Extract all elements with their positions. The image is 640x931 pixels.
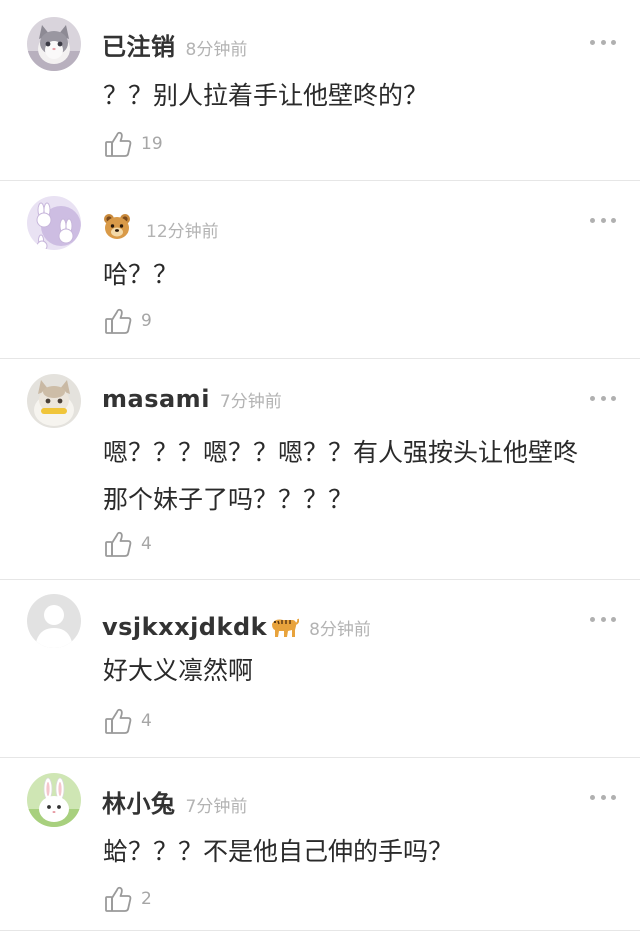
bear-face-emoji xyxy=(104,214,130,239)
more-options-icon[interactable] xyxy=(590,615,616,623)
username[interactable]: masami xyxy=(102,385,210,413)
avatar[interactable] xyxy=(27,196,81,250)
timestamp: 8分钟前 xyxy=(309,620,371,640)
comment-item: 已注销 8分钟前 ？？别人拉着手让他壁咚的？ 19 xyxy=(0,0,640,181)
comment-text: ？？别人拉着手让他壁咚的？ xyxy=(103,81,429,110)
comment-text: 好大义凛然啊 xyxy=(103,656,254,685)
comment-item: vsjkxxjdkdk 8分钟前 好大义凛然啊 4 xyxy=(0,580,640,758)
comment-item: masami 7分钟前 嗯？？？嗯？？嗯？？有人强按头让他壁咚那个妹子了吗？？？… xyxy=(0,359,640,580)
comment-text: 嗯？？？嗯？？嗯？？有人强按头让他壁咚那个妹子了吗？？？？ xyxy=(103,438,579,514)
thumbs-up-icon xyxy=(105,708,132,734)
more-options-icon[interactable] xyxy=(590,216,616,224)
like-count: 9 xyxy=(141,311,152,331)
avatar[interactable] xyxy=(27,773,81,827)
more-options-icon[interactable] xyxy=(590,394,616,402)
comment-item: 12分钟前 哈？？ 9 xyxy=(0,181,640,359)
more-options-icon[interactable] xyxy=(590,38,616,46)
username[interactable]: 已注销 xyxy=(102,27,176,62)
tiger-emoji xyxy=(272,618,300,637)
like-button[interactable]: 4 xyxy=(103,706,152,736)
timestamp: 12分钟前 xyxy=(146,222,219,242)
comment-item: 林小兔 7分钟前 蛤？？？不是他自己伸的手吗？ 2 xyxy=(0,758,640,931)
comment-text: 哈？？ xyxy=(103,260,179,289)
comment-text: 蛤？？？不是他自己伸的手吗？ xyxy=(103,837,454,866)
like-button[interactable]: 9 xyxy=(103,306,152,336)
like-count: 19 xyxy=(141,134,163,154)
thumbs-up-icon xyxy=(105,531,132,557)
like-count: 2 xyxy=(141,889,152,909)
more-options-icon[interactable] xyxy=(590,793,616,801)
username[interactable]: vsjkxxjdkdk xyxy=(102,613,267,641)
avatar[interactable] xyxy=(27,594,81,648)
timestamp: 7分钟前 xyxy=(219,392,282,412)
avatar[interactable] xyxy=(27,374,81,428)
like-count: 4 xyxy=(141,711,152,731)
like-button[interactable]: 4 xyxy=(103,529,152,559)
timestamp: 8分钟前 xyxy=(185,40,248,60)
thumbs-up-icon xyxy=(105,308,132,334)
timestamp: 7分钟前 xyxy=(185,797,248,817)
like-button[interactable]: 2 xyxy=(103,884,152,914)
username[interactable]: 林小兔 xyxy=(102,784,176,819)
avatar[interactable] xyxy=(27,17,81,71)
like-count: 4 xyxy=(141,534,152,554)
thumbs-up-icon xyxy=(105,886,132,912)
like-button[interactable]: 19 xyxy=(103,129,163,159)
thumbs-up-icon xyxy=(105,131,132,157)
